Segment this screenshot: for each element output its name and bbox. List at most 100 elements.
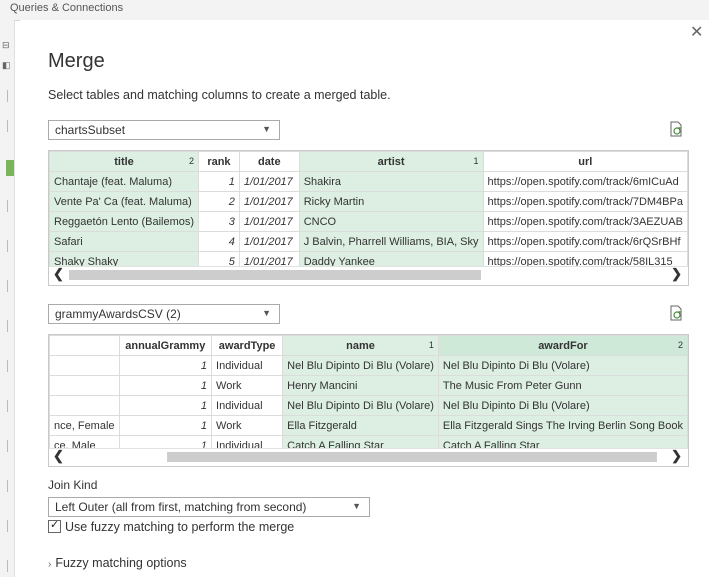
column-header-awardfor[interactable]: awardFor 2 [437, 335, 688, 356]
table-cell: Work [211, 375, 284, 396]
table-row: Safari 4 1/01/2017 J Balvin, Pharrell Wi… [49, 231, 688, 252]
table-row: nce, Female 1 Work Ella Fitzgerald Ella … [49, 415, 688, 436]
column-header-annualgrammy[interactable]: annualGrammy [118, 335, 213, 356]
table-cell: https://open.spotify.com/track/7DM4BPa [482, 191, 688, 212]
chevron-right-icon: › [48, 559, 52, 570]
match-order-index: 2 [189, 156, 195, 166]
column-header-label: url [578, 155, 593, 168]
scroll-right-icon[interactable]: ❯ [671, 266, 682, 282]
column-header-label: name [346, 339, 375, 352]
panel-tick [7, 120, 15, 132]
background-ribbon: Queries & Connections [0, 0, 709, 21]
first-table-horizontal-scrollbar[interactable]: ❮ ❯ [49, 266, 688, 283]
table-cell: Work [211, 415, 284, 436]
fuzzy-matching-options-expander[interactable]: › Fuzzy matching options [48, 556, 187, 570]
column-header-rank[interactable]: rank [198, 151, 240, 172]
table-row: Reggaetón Lento (Bailemos) 3 1/01/2017 C… [49, 211, 688, 232]
panel-tick [7, 400, 15, 412]
table-cell: Individual [211, 355, 284, 376]
first-table-preview[interactable]: title 2 rank date artist 1 url Chantaje (f… [48, 150, 689, 286]
second-table-dropdown[interactable]: grammyAwardsCSV (2) ▼ [48, 304, 280, 324]
table-row: Vente Pa' Ca (feat. Maluma) 2 1/01/2017 … [49, 191, 688, 212]
column-header-label: rank [207, 155, 231, 168]
panel-tick [7, 520, 15, 532]
column-header-label: awardType [218, 339, 276, 352]
match-order-index: 2 [677, 340, 683, 350]
close-icon[interactable]: ✕ [690, 22, 703, 42]
refresh-preview-icon[interactable] [669, 305, 683, 321]
table-cell: 1/01/2017 [238, 231, 300, 252]
table-cell: 2 [198, 191, 240, 212]
second-table-preview[interactable]: annualGrammy awardType name 1 awardFor 2 1… [48, 334, 689, 467]
table-cell: 1/01/2017 [238, 191, 300, 212]
join-kind-label: Join Kind [48, 478, 98, 492]
table-cell: 1 [118, 395, 213, 416]
first-table-dropdown[interactable]: chartsSubset ▼ [48, 120, 280, 140]
table-cell: 4 [198, 231, 240, 252]
table-row: 1 Work Henry Mancini The Music From Pete… [49, 375, 688, 396]
table-cell: Ricky Martin [298, 191, 484, 212]
scroll-right-icon[interactable]: ❯ [671, 448, 682, 464]
panel-tick [7, 320, 15, 332]
table-cell: Nel Blu Dipinto Di Blu (Volare) [282, 395, 439, 416]
column-header-artist[interactable]: artist 1 [298, 151, 484, 172]
column-header-title[interactable]: title 2 [49, 151, 200, 172]
column-header-label: annualGrammy [125, 339, 206, 352]
column-header-name[interactable]: name 1 [282, 335, 439, 356]
table-cell: Ella Fitzgerald [282, 415, 439, 436]
table-cell: 1/01/2017 [238, 211, 300, 232]
panel-tick [7, 240, 15, 252]
column-header-label: artist [377, 155, 405, 168]
column-header-partial[interactable] [49, 335, 120, 356]
column-header-label: title [114, 155, 134, 168]
chevron-down-icon: ▼ [352, 501, 361, 511]
panel-icon: ⊟ [2, 40, 10, 50]
table-cell: Vente Pa' Ca (feat. Maluma) [49, 191, 200, 212]
table-cell: Individual [211, 395, 284, 416]
table-cell: 1 [118, 415, 213, 436]
table-cell: https://open.spotify.com/track/6mICuAd [482, 171, 688, 192]
table-header-row: title 2 rank date artist 1 url [49, 151, 688, 172]
table-cell: https://open.spotify.com/track/6rQSrBHf [482, 231, 688, 252]
panel-tick [7, 480, 15, 492]
ribbon-text: Queries & Connections [10, 2, 124, 14]
column-header-awardtype[interactable]: awardType [211, 335, 284, 356]
scroll-left-icon[interactable]: ❮ [53, 266, 64, 282]
checkmark-icon: ✓ [50, 519, 60, 532]
column-header-date[interactable]: date [238, 151, 300, 172]
match-order-index: 1 [428, 340, 434, 350]
table-cell: Nel Blu Dipinto Di Blu (Volare) [282, 355, 439, 376]
refresh-preview-icon[interactable] [669, 121, 683, 137]
scrollbar-thumb[interactable] [167, 452, 657, 462]
table-cell: Reggaetón Lento (Bailemos) [49, 211, 200, 232]
second-table-horizontal-scrollbar[interactable]: ❮ ❯ [49, 448, 688, 465]
panel-tick [7, 280, 15, 292]
second-table-grid: annualGrammy awardType name 1 awardFor 2 1… [49, 335, 688, 456]
fuzzy-matching-checkbox[interactable]: ✓ [48, 519, 61, 534]
first-table-grid: title 2 rank date artist 1 url Chantaje (f… [49, 151, 688, 272]
dialog-title: Merge [48, 50, 105, 72]
table-cell: The Music From Peter Gunn [437, 375, 688, 396]
column-header-label: date [257, 155, 281, 168]
panel-tick [7, 200, 15, 212]
table-cell: Ella Fitzgerald Sings The Irving Berlin … [437, 415, 688, 436]
table-cell: Nel Blu Dipinto Di Blu (Volare) [437, 395, 688, 416]
match-order-index: 1 [473, 156, 479, 166]
merge-dialog [20, 20, 709, 577]
second-table-dropdown-value: grammyAwardsCSV (2) [55, 307, 181, 321]
table-row: 1 Individual Nel Blu Dipinto Di Blu (Vol… [49, 355, 688, 376]
fuzzy-matching-checkbox-label: Use fuzzy matching to perform the merge [65, 520, 295, 534]
panel-tick [7, 560, 15, 572]
scroll-left-icon[interactable]: ❮ [53, 448, 64, 464]
background-left-panel: ⊟ ◧ [0, 20, 15, 577]
table-cell: Henry Mancini [282, 375, 439, 396]
table-cell: 1 [198, 171, 240, 192]
table-cell [49, 395, 120, 416]
column-header-label: awardFor [538, 339, 588, 352]
panel-tick [7, 440, 15, 452]
fuzzy-matching-checkbox-row[interactable]: ✓ Use fuzzy matching to perform the merge [48, 519, 295, 534]
join-kind-dropdown[interactable]: Left Outer (all from first, matching fro… [48, 497, 370, 517]
chevron-down-icon: ▼ [262, 124, 271, 134]
scrollbar-thumb[interactable] [69, 270, 481, 280]
column-header-url[interactable]: url [482, 151, 688, 172]
